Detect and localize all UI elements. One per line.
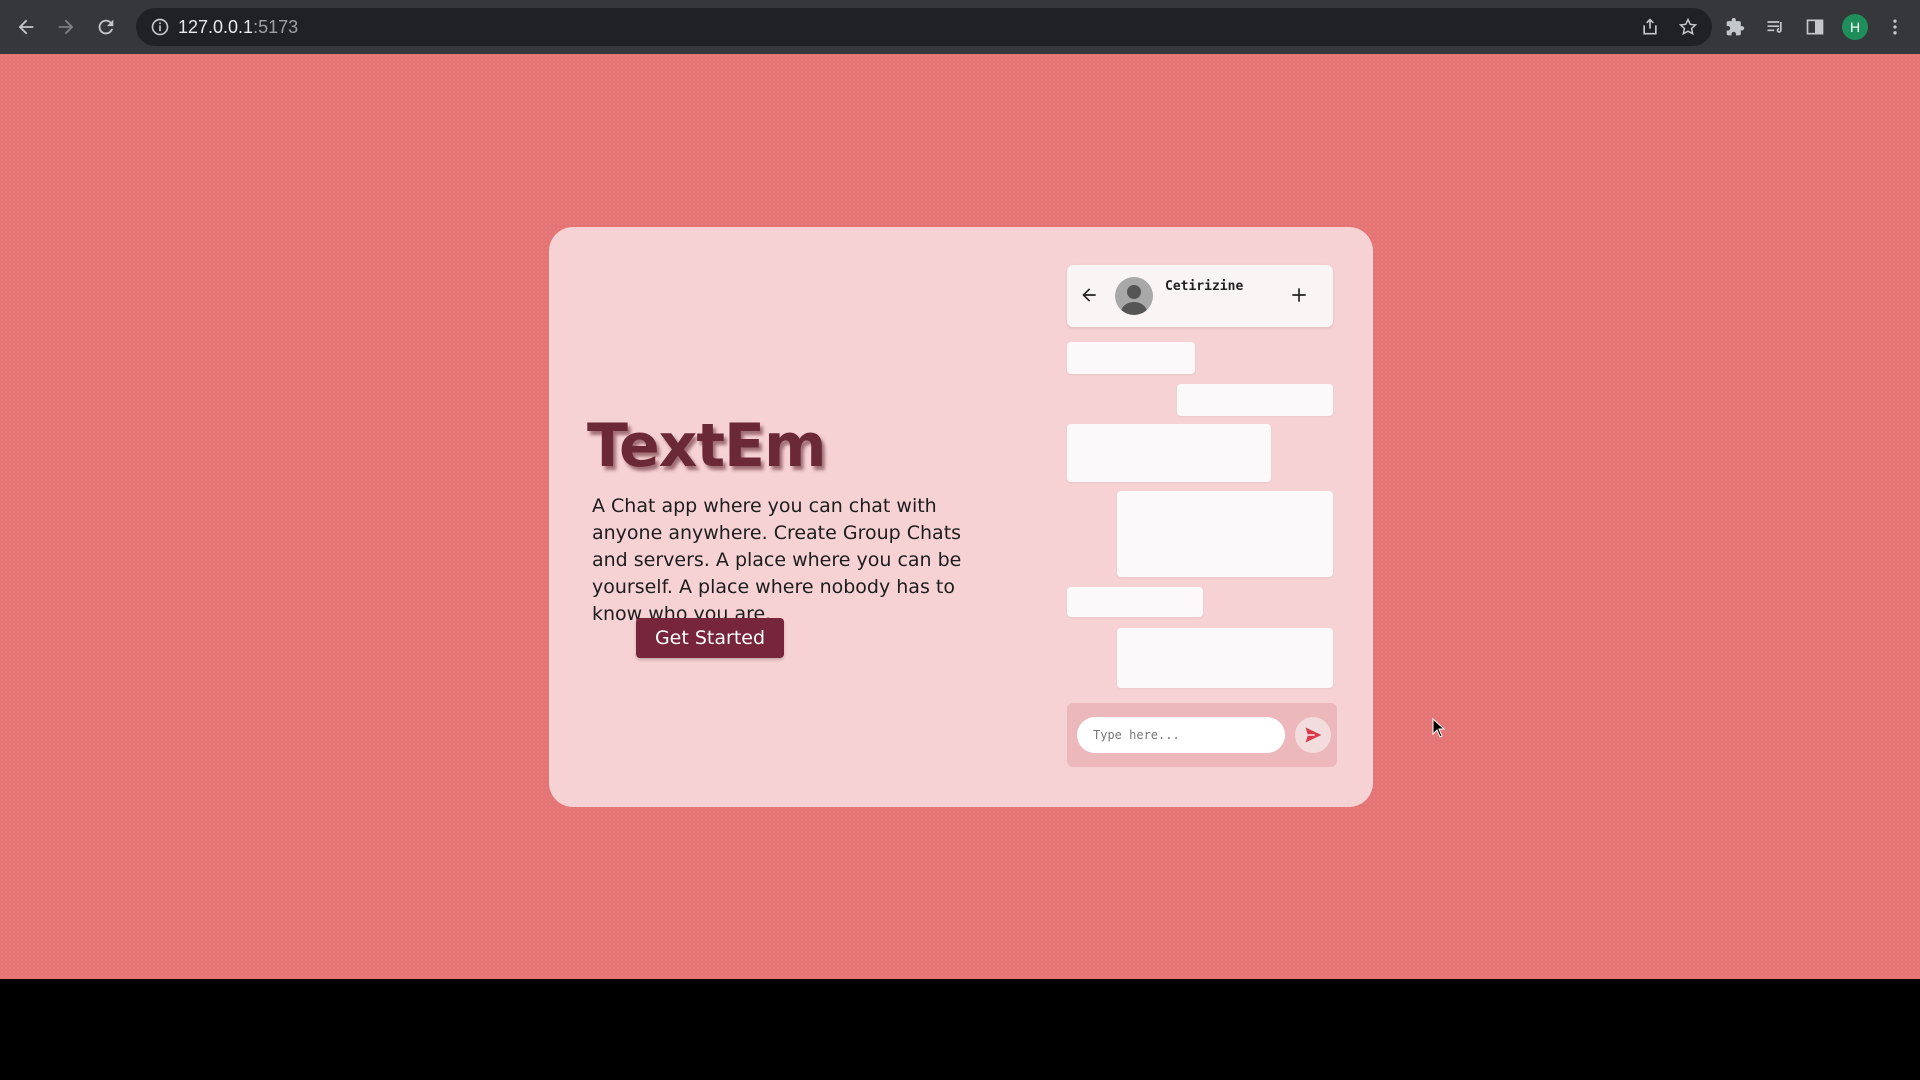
back-arrow-icon [18,19,34,35]
reading-list-button[interactable] [1760,12,1790,42]
user-silhouette-icon [1120,285,1148,315]
forward-button[interactable] [46,7,86,47]
plus-icon[interactable] [1289,285,1309,305]
back-button[interactable] [6,7,46,47]
chat-bubble-placeholder [1067,424,1271,482]
send-icon [1305,727,1322,743]
app-description: A Chat app where you can chat with anyon… [592,495,962,625]
chat-bubble-placeholder [1067,342,1195,374]
profile-button[interactable]: H [1840,12,1870,42]
side-panel-button[interactable] [1800,12,1830,42]
chat-bubble-placeholder [1117,491,1333,577]
url-text: 127.0.0.1:5173 [178,17,298,38]
browser-toolbar: 127.0.0.1:5173 H [0,0,1920,54]
share-icon[interactable] [1640,17,1660,37]
chat-bubble-placeholder [1117,628,1333,688]
get-started-button[interactable]: Get Started [636,618,784,658]
contact-name: Cetirizine [1165,279,1244,294]
info-icon[interactable] [150,17,170,37]
side-panel-icon [1806,19,1824,35]
message-composer [1067,703,1337,767]
reload-button[interactable] [86,7,126,47]
landing-card: TextEm A Chat app where you can chat wit… [549,227,1373,807]
mouse-cursor-icon [1432,718,1446,738]
app-title: TextEm [587,411,827,481]
url-host: 127.0.0.1 [178,16,254,37]
chat-bubble-placeholder [1067,587,1203,617]
bookmark-star-icon[interactable] [1678,17,1698,37]
chat-header: Cetirizine [1067,265,1333,327]
extensions-button[interactable] [1720,12,1750,42]
message-input[interactable] [1077,717,1285,753]
address-bar[interactable]: 127.0.0.1:5173 [136,8,1712,46]
page-background: TextEm A Chat app where you can chat wit… [0,54,1920,979]
profile-avatar: H [1842,14,1868,40]
url-port: :5173 [253,16,299,37]
reload-icon [98,19,114,35]
extensions-puzzle-icon [1726,17,1745,36]
more-menu-button[interactable] [1880,12,1910,42]
more-menu-icon [1893,19,1897,35]
send-button[interactable] [1295,717,1331,753]
hero-section: TextEm A Chat app where you can chat wit… [587,413,1007,628]
reading-list-icon [1767,21,1782,33]
forward-arrow-icon [58,19,74,35]
back-arrow-icon[interactable] [1079,285,1099,305]
contact-avatar [1115,277,1153,315]
chat-bubble-placeholder [1177,384,1333,416]
